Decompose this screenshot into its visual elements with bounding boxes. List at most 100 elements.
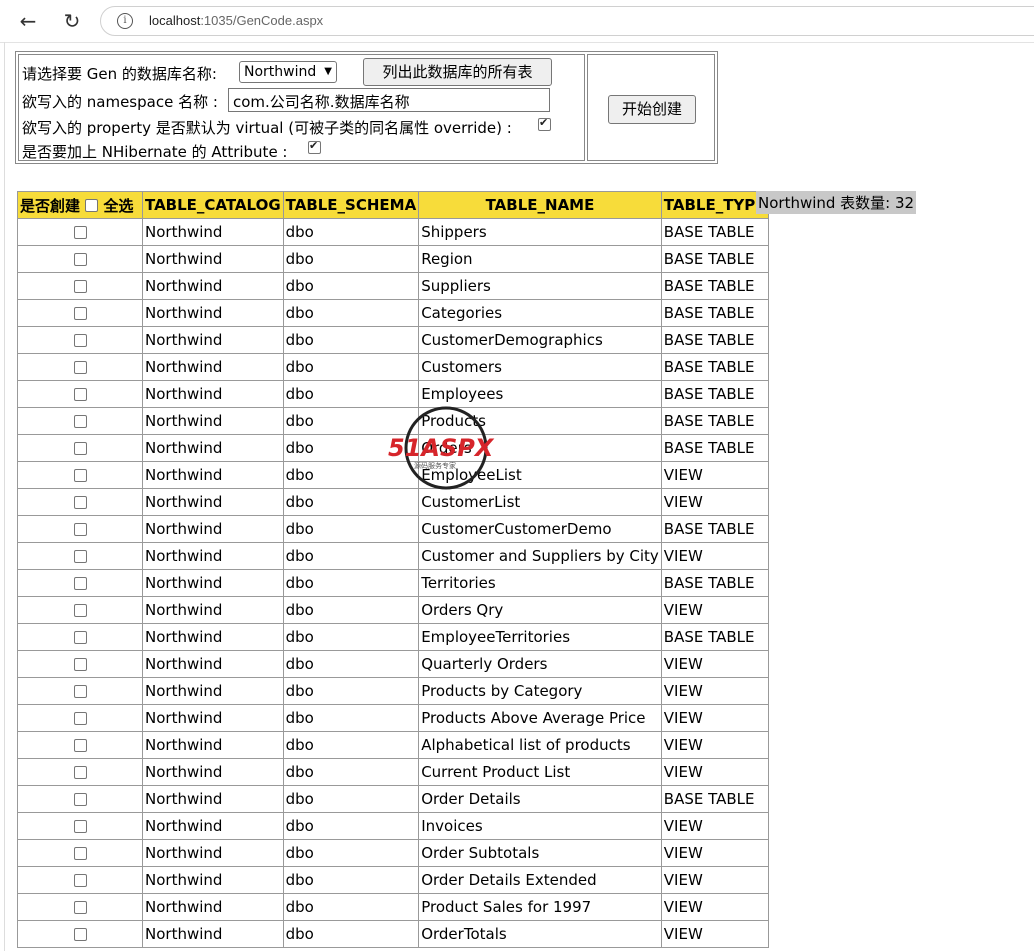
cell-name: Customers bbox=[418, 353, 662, 381]
cell-catalog: Northwind bbox=[142, 893, 284, 921]
row-select-cell bbox=[17, 596, 143, 624]
cell-catalog: Northwind bbox=[142, 839, 284, 867]
cell-catalog: Northwind bbox=[142, 920, 284, 948]
page-content: 请选择要 Gen 的数据库名称: Northwind ▼ 列出此数据库的所有表 欲… bbox=[4, 42, 1034, 951]
row-checkbox[interactable] bbox=[73, 847, 87, 860]
cell-type: VIEW bbox=[660, 731, 769, 759]
reload-icon[interactable]: ↻ bbox=[60, 9, 84, 33]
row-checkbox[interactable] bbox=[73, 793, 87, 806]
cell-type: BASE TABLE bbox=[660, 272, 769, 300]
cell-type: VIEW bbox=[660, 839, 769, 867]
row-checkbox[interactable] bbox=[73, 307, 87, 320]
row-checkbox[interactable] bbox=[73, 415, 87, 428]
row-checkbox[interactable] bbox=[73, 361, 87, 374]
cell-name: Territories bbox=[418, 569, 662, 597]
row-checkbox[interactable] bbox=[73, 388, 87, 401]
row-checkbox[interactable] bbox=[73, 577, 87, 590]
cell-type: BASE TABLE bbox=[660, 434, 769, 462]
row-checkbox[interactable] bbox=[73, 658, 87, 671]
namespace-label: 欲写入的 namespace 名称 : bbox=[22, 93, 218, 111]
row-checkbox[interactable] bbox=[73, 928, 87, 941]
row-checkbox[interactable] bbox=[73, 226, 87, 239]
row-checkbox[interactable] bbox=[73, 631, 87, 644]
row-checkbox[interactable] bbox=[73, 874, 87, 887]
form-actions: 开始创建 bbox=[587, 54, 715, 161]
cell-name: Current Product List bbox=[418, 758, 662, 786]
tables-grid-body: Northwind dbo Shippers BASE TABLE Northwind d… bbox=[17, 218, 769, 948]
table-row: Northwind dbo Products by Category VIEW bbox=[17, 677, 769, 705]
cell-type: BASE TABLE bbox=[660, 245, 769, 273]
row-select-cell bbox=[17, 920, 143, 948]
cell-schema: dbo bbox=[282, 920, 420, 948]
header-create: 是否創建 全选 bbox=[17, 191, 143, 219]
list-tables-button[interactable]: 列出此数据库的所有表 bbox=[363, 58, 552, 86]
table-row: Northwind dbo CustomerList VIEW bbox=[17, 488, 769, 516]
row-checkbox[interactable] bbox=[73, 523, 87, 536]
database-select[interactable]: Northwind ▼ bbox=[239, 61, 337, 83]
table-row: Northwind dbo Products BASE TABLE bbox=[17, 407, 769, 435]
row-checkbox[interactable] bbox=[73, 334, 87, 347]
row-checkbox[interactable] bbox=[73, 280, 87, 293]
row-checkbox[interactable] bbox=[73, 766, 87, 779]
cell-schema: dbo bbox=[282, 812, 420, 840]
cell-name: Suppliers bbox=[418, 272, 662, 300]
row-checkbox[interactable] bbox=[73, 253, 87, 266]
cell-catalog: Northwind bbox=[142, 785, 284, 813]
cell-schema: dbo bbox=[282, 542, 420, 570]
cell-type: VIEW bbox=[660, 812, 769, 840]
row-select-cell bbox=[17, 839, 143, 867]
row-checkbox[interactable] bbox=[73, 739, 87, 752]
cell-name: Products by Category bbox=[418, 677, 662, 705]
row-checkbox[interactable] bbox=[73, 550, 87, 563]
cell-type: BASE TABLE bbox=[660, 515, 769, 543]
cell-schema: dbo bbox=[282, 677, 420, 705]
row-checkbox[interactable] bbox=[73, 469, 87, 482]
row-select-cell bbox=[17, 488, 143, 516]
info-icon[interactable]: i bbox=[117, 13, 133, 29]
cell-type: VIEW bbox=[660, 596, 769, 624]
attribute-checkbox[interactable] bbox=[308, 139, 321, 154]
virtual-checkbox[interactable] bbox=[538, 116, 551, 131]
cell-type: BASE TABLE bbox=[660, 218, 769, 246]
cell-schema: dbo bbox=[282, 272, 420, 300]
row-select-cell bbox=[17, 542, 143, 570]
table-row: Northwind dbo Region BASE TABLE bbox=[17, 245, 769, 273]
cell-schema: dbo bbox=[282, 515, 420, 543]
cell-catalog: Northwind bbox=[142, 650, 284, 678]
select-all-checkbox[interactable] bbox=[85, 198, 99, 212]
row-checkbox[interactable] bbox=[73, 820, 87, 833]
table-row: Northwind dbo Categories BASE TABLE bbox=[17, 299, 769, 327]
namespace-input[interactable]: com.公司名称.数据库名称 bbox=[228, 88, 550, 112]
start-create-button[interactable]: 开始创建 bbox=[608, 95, 696, 124]
row-checkbox[interactable] bbox=[73, 496, 87, 509]
cell-schema: dbo bbox=[282, 596, 420, 624]
row-checkbox[interactable] bbox=[73, 604, 87, 617]
address-bar[interactable]: i localhost:1035/GenCode.aspx bbox=[100, 6, 1034, 36]
cell-catalog: Northwind bbox=[142, 515, 284, 543]
row-checkbox[interactable] bbox=[73, 901, 87, 914]
row-checkbox[interactable] bbox=[73, 442, 87, 455]
cell-schema: dbo bbox=[282, 326, 420, 354]
cell-catalog: Northwind bbox=[142, 677, 284, 705]
cell-catalog: Northwind bbox=[142, 218, 284, 246]
cell-catalog: Northwind bbox=[142, 272, 284, 300]
cell-schema: dbo bbox=[282, 380, 420, 408]
back-icon[interactable]: ← bbox=[16, 9, 40, 33]
row-select-cell bbox=[17, 299, 143, 327]
table-count-label: Northwind 表数量: 32 bbox=[756, 191, 917, 214]
row-checkbox[interactable] bbox=[73, 712, 87, 725]
cell-name: CustomerList bbox=[418, 488, 662, 516]
row-checkbox[interactable] bbox=[73, 685, 87, 698]
cell-catalog: Northwind bbox=[142, 353, 284, 381]
cell-name: Invoices bbox=[418, 812, 662, 840]
row-select-cell bbox=[17, 353, 143, 381]
cell-type: BASE TABLE bbox=[660, 380, 769, 408]
cell-catalog: Northwind bbox=[142, 704, 284, 732]
cell-type: BASE TABLE bbox=[660, 407, 769, 435]
cell-schema: dbo bbox=[282, 434, 420, 462]
cell-schema: dbo bbox=[282, 299, 420, 327]
cell-type: VIEW bbox=[660, 488, 769, 516]
row-select-cell bbox=[17, 245, 143, 273]
cell-type: BASE TABLE bbox=[660, 623, 769, 651]
cell-catalog: Northwind bbox=[142, 812, 284, 840]
